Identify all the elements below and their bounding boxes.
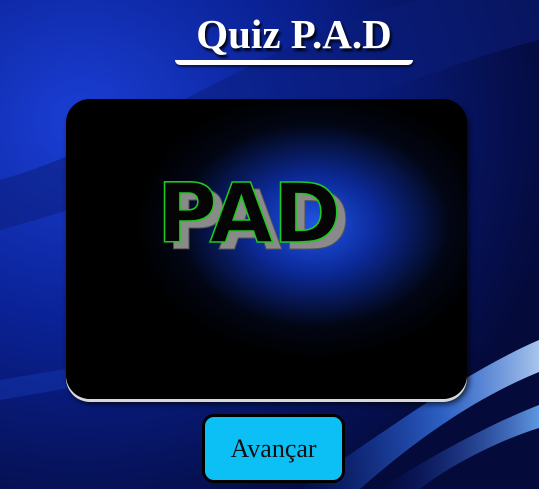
pad-logo-image: PAD PAD — [66, 99, 467, 399]
page-title: Quiz P.A.D — [196, 11, 392, 57]
logo-text: PAD — [157, 167, 341, 262]
title-block: Quiz P.A.D — [175, 8, 413, 66]
next-button[interactable]: Avançar — [202, 414, 345, 483]
quiz-image-card: PAD PAD — [66, 99, 467, 399]
title-underline — [175, 60, 413, 65]
